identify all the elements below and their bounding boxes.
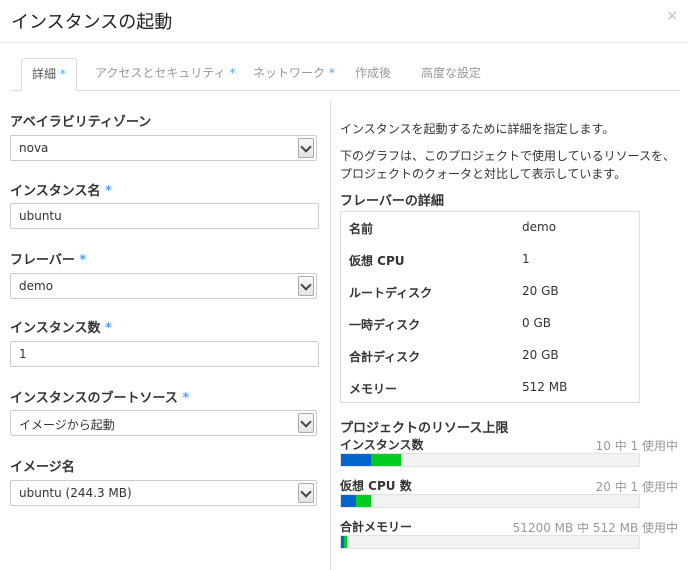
flavor-details-table: 名前 demo 仮想 CPU 1 ルートディスク 20 GB 一時ディスク 0 GB 合… — [340, 211, 640, 403]
dialog-title: インスタンスの起動 — [11, 12, 173, 33]
image-name-select[interactable]: ubuntu (244.3 MB) — [10, 480, 317, 506]
flavor-select[interactable]: demo — [10, 273, 317, 299]
quota-added-fill — [371, 454, 401, 466]
flavor-label: フレーバー * — [10, 253, 87, 268]
quota-memory-count: 51200 MB 中 512 MB 使用中 — [512, 521, 678, 535]
tab-post-creation[interactable]: 作成後 — [345, 58, 401, 89]
boot-source-select[interactable]: イメージから起動 — [10, 410, 317, 436]
quota-vcpu-count: 20 中 1 使用中 — [595, 480, 678, 494]
flavor-details-title: フレーバーの詳細 — [340, 194, 444, 209]
tab-advanced-settings[interactable]: 高度な設定 — [411, 58, 491, 89]
info-description: インスタンスを起動するために詳細を指定します。 — [340, 122, 615, 136]
boot-source-label: インスタンスのブートソース * — [10, 391, 190, 406]
tab-details[interactable]: 詳細 * — [21, 58, 77, 91]
quota-vcpu-label: 仮想 CPU 数 — [340, 479, 412, 493]
project-limits-title: プロジェクトのリソース上限 — [340, 421, 509, 436]
image-name-label: イメージ名 — [10, 460, 75, 475]
column-divider — [330, 100, 331, 570]
table-row: メモリー 512 MB — [349, 380, 568, 396]
quota-used-fill — [341, 495, 356, 507]
availability-zone-select[interactable]: nova — [10, 135, 317, 161]
quota-instances-count: 10 中 1 使用中 — [595, 439, 678, 453]
chevron-down-icon — [298, 276, 314, 296]
table-row: ルートディスク 20 GB — [349, 284, 559, 300]
quota-memory-bar — [340, 535, 640, 549]
chevron-down-icon — [298, 483, 314, 503]
tab-bar: 詳細 * アクセスとセキュリティ * ネットワーク * 作成後 高度な設定 — [10, 58, 680, 91]
quota-description: 下のグラフは、このプロジェクトで使用しているリソースを、プロジェクトのクォータと… — [340, 149, 676, 181]
table-row: 一時ディスク 0 GB — [349, 316, 551, 332]
dialog-header: インスタンスの起動 × — [0, 0, 688, 43]
availability-zone-label: アベイラビリティゾーン — [10, 115, 152, 130]
quota-added-fill — [344, 536, 347, 548]
table-row: 名前 demo — [349, 220, 557, 236]
instance-name-input[interactable]: ubuntu — [10, 203, 319, 229]
quota-instances-label: インスタンス数 — [340, 438, 424, 452]
tab-network[interactable]: ネットワーク * — [243, 58, 345, 89]
quota-vcpu-bar — [340, 494, 640, 508]
chevron-down-icon — [298, 138, 314, 158]
quota-used-fill — [341, 454, 371, 466]
quota-memory-label: 合計メモリー — [340, 520, 413, 534]
tab-access-security[interactable]: アクセスとセキュリティ * — [85, 58, 246, 89]
quota-instances-bar — [340, 453, 640, 467]
table-row: 仮想 CPU 1 — [349, 252, 530, 268]
chevron-down-icon — [298, 413, 314, 433]
instance-name-label: インスタンス名 * — [10, 184, 112, 199]
close-icon[interactable]: × — [666, 8, 678, 24]
instance-count-input[interactable]: 1 — [10, 341, 319, 367]
quota-added-fill — [356, 495, 371, 507]
table-row: 合計ディスク 20 GB — [349, 348, 559, 364]
instance-count-label: インスタンス数 * — [10, 321, 112, 336]
